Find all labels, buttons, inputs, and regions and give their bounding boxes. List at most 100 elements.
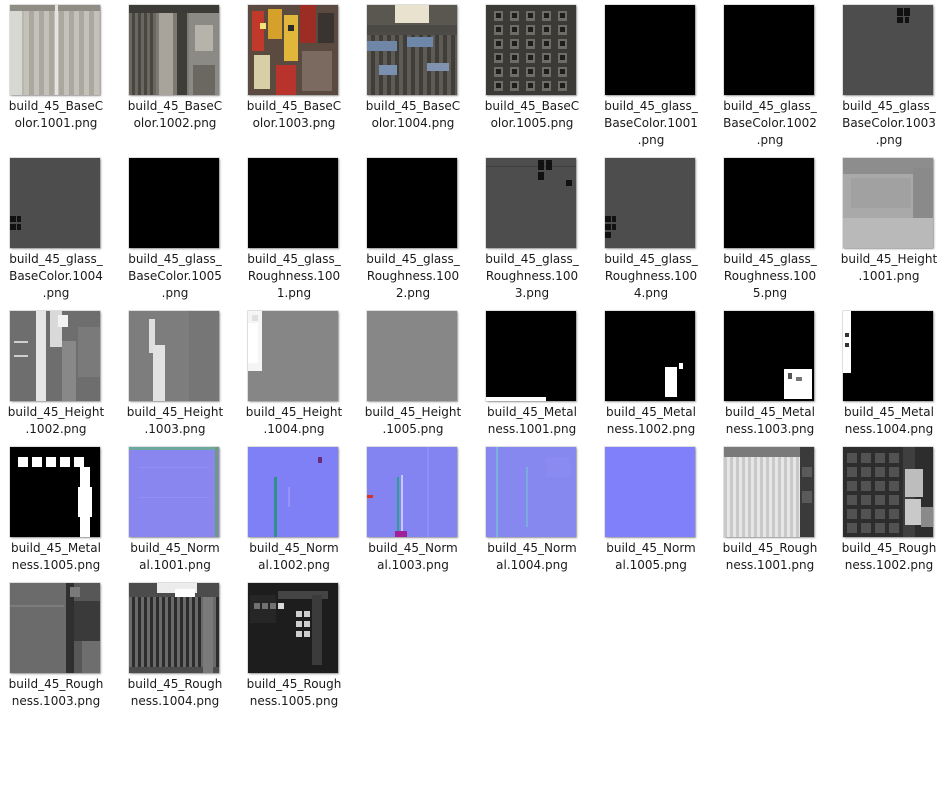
file-name[interactable]: build_45_Rough ness.1001.png — [714, 540, 826, 574]
basecolor-thumbnail[interactable] — [486, 5, 576, 95]
glass-basecolor-thumbnail[interactable] — [10, 158, 100, 248]
file-name[interactable]: build_45_glass_ BaseColor.1003 .png — [833, 98, 945, 149]
file-item[interactable]: build_45_Metal ness.1004.png — [833, 306, 945, 456]
file-item[interactable]: build_45_Rough ness.1003.png — [0, 578, 119, 728]
normal-map-thumbnail[interactable] — [605, 447, 695, 537]
metalness-thumbnail[interactable] — [486, 311, 576, 401]
file-name[interactable]: build_45_glass_ Roughness.100 1.png — [238, 251, 350, 302]
metalness-thumbnail[interactable] — [843, 311, 933, 401]
file-name[interactable]: build_45_Metal ness.1005.png — [0, 540, 112, 574]
file-name[interactable]: build_45_BaseC olor.1001.png — [0, 98, 112, 132]
file-item[interactable]: build_45_Metal ness.1002.png — [595, 306, 714, 456]
file-item[interactable]: build_45_Norm al.1001.png — [119, 442, 238, 592]
file-name[interactable]: build_45_BaseC olor.1003.png — [238, 98, 350, 132]
file-name[interactable]: build_45_Rough ness.1002.png — [833, 540, 945, 574]
file-item[interactable]: build_45_glass_ BaseColor.1002 .png — [714, 0, 833, 150]
height-thumbnail[interactable] — [367, 311, 457, 401]
file-name[interactable]: build_45_Norm al.1001.png — [119, 540, 231, 574]
file-item[interactable]: build_45_glass_ BaseColor.1001 .png — [595, 0, 714, 150]
metalness-thumbnail[interactable] — [605, 311, 695, 401]
roughness-thumbnail[interactable] — [129, 583, 219, 673]
glass-roughness-thumbnail[interactable] — [367, 158, 457, 248]
file-item[interactable]: build_45_Metal ness.1001.png — [476, 306, 595, 456]
file-item[interactable]: build_45_BaseC olor.1003.png — [238, 0, 357, 150]
file-name[interactable]: build_45_Height .1001.png — [833, 251, 945, 285]
file-item[interactable]: build_45_Metal ness.1005.png — [0, 442, 119, 592]
file-name[interactable]: build_45_glass_ Roughness.100 4.png — [595, 251, 707, 302]
basecolor-thumbnail[interactable] — [248, 5, 338, 95]
file-name[interactable]: build_45_Rough ness.1003.png — [0, 676, 112, 710]
file-item[interactable]: build_45_Height .1003.png — [119, 306, 238, 456]
file-item[interactable]: build_45_Height .1002.png — [0, 306, 119, 456]
glass-basecolor-thumbnail[interactable] — [605, 5, 695, 95]
file-item[interactable]: build_45_glass_ BaseColor.1003 .png — [833, 0, 945, 150]
file-item[interactable]: build_45_BaseC olor.1002.png — [119, 0, 238, 150]
file-item[interactable]: build_45_Rough ness.1004.png — [119, 578, 238, 728]
file-name[interactable]: build_45_Height .1005.png — [357, 404, 469, 438]
file-item[interactable]: build_45_glass_ Roughness.100 5.png — [714, 153, 833, 303]
file-name[interactable]: build_45_Metal ness.1002.png — [595, 404, 707, 438]
file-name[interactable]: build_45_Height .1002.png — [0, 404, 112, 438]
glass-basecolor-thumbnail[interactable] — [129, 158, 219, 248]
file-name[interactable]: build_45_Height .1004.png — [238, 404, 350, 438]
file-name[interactable]: build_45_Norm al.1002.png — [238, 540, 350, 574]
basecolor-thumbnail[interactable] — [10, 5, 100, 95]
basecolor-thumbnail[interactable] — [129, 5, 219, 95]
file-item[interactable]: build_45_Norm al.1003.png — [357, 442, 476, 592]
height-thumbnail[interactable] — [129, 311, 219, 401]
normal-map-thumbnail[interactable] — [486, 447, 576, 537]
glass-roughness-thumbnail[interactable] — [248, 158, 338, 248]
roughness-thumbnail[interactable] — [724, 447, 814, 537]
file-item[interactable]: build_45_glass_ BaseColor.1004 .png — [0, 153, 119, 303]
glass-basecolor-thumbnail[interactable] — [724, 5, 814, 95]
file-item[interactable]: build_45_glass_ BaseColor.1005 .png — [119, 153, 238, 303]
normal-map-thumbnail[interactable] — [248, 447, 338, 537]
file-item[interactable]: build_45_Height .1001.png — [833, 153, 945, 303]
file-item[interactable]: build_45_BaseC olor.1005.png — [476, 0, 595, 150]
file-name[interactable]: build_45_Metal ness.1004.png — [833, 404, 945, 438]
roughness-thumbnail[interactable] — [843, 447, 933, 537]
file-name[interactable]: build_45_BaseC olor.1005.png — [476, 98, 588, 132]
normal-map-thumbnail[interactable] — [129, 447, 219, 537]
file-item[interactable]: build_45_glass_ Roughness.100 1.png — [238, 153, 357, 303]
file-name[interactable]: build_45_glass_ BaseColor.1002 .png — [714, 98, 826, 149]
height-thumbnail[interactable] — [10, 311, 100, 401]
file-name[interactable]: build_45_Rough ness.1004.png — [119, 676, 231, 710]
file-item[interactable]: build_45_Rough ness.1001.png — [714, 442, 833, 592]
glass-basecolor-thumbnail[interactable] — [843, 5, 933, 95]
file-item[interactable]: build_45_Height .1005.png — [357, 306, 476, 456]
file-name[interactable]: build_45_BaseC olor.1004.png — [357, 98, 469, 132]
metalness-thumbnail[interactable] — [10, 447, 100, 537]
file-item[interactable]: build_45_Rough ness.1005.png — [238, 578, 357, 728]
file-name[interactable]: build_45_glass_ BaseColor.1001 .png — [595, 98, 707, 149]
file-name[interactable]: build_45_Norm al.1005.png — [595, 540, 707, 574]
file-item[interactable]: build_45_Height .1004.png — [238, 306, 357, 456]
glass-roughness-thumbnail[interactable] — [605, 158, 695, 248]
file-item[interactable]: build_45_Metal ness.1003.png — [714, 306, 833, 456]
normal-map-thumbnail[interactable] — [367, 447, 457, 537]
file-name[interactable]: build_45_Norm al.1004.png — [476, 540, 588, 574]
file-item[interactable]: build_45_Rough ness.1002.png — [833, 442, 945, 592]
metalness-thumbnail[interactable] — [724, 311, 814, 401]
file-item[interactable]: build_45_Norm al.1002.png — [238, 442, 357, 592]
file-item[interactable]: build_45_glass_ Roughness.100 4.png — [595, 153, 714, 303]
file-name[interactable]: build_45_glass_ BaseColor.1005 .png — [119, 251, 231, 302]
file-name[interactable]: build_45_glass_ Roughness.100 3.png — [476, 251, 588, 302]
file-item[interactable]: build_45_glass_ Roughness.100 2.png — [357, 153, 476, 303]
file-item[interactable]: build_45_Norm al.1004.png — [476, 442, 595, 592]
file-name[interactable]: build_45_Rough ness.1005.png — [238, 676, 350, 710]
file-name[interactable]: build_45_glass_ Roughness.100 5.png — [714, 251, 826, 302]
file-item[interactable]: build_45_BaseC olor.1004.png — [357, 0, 476, 150]
file-name[interactable]: build_45_Norm al.1003.png — [357, 540, 469, 574]
file-name[interactable]: build_45_Metal ness.1001.png — [476, 404, 588, 438]
file-name[interactable]: build_45_BaseC olor.1002.png — [119, 98, 231, 132]
file-item[interactable]: build_45_Norm al.1005.png — [595, 442, 714, 592]
file-name[interactable]: build_45_Metal ness.1003.png — [714, 404, 826, 438]
height-thumbnail[interactable] — [843, 158, 933, 248]
roughness-thumbnail[interactable] — [10, 583, 100, 673]
file-name[interactable]: build_45_glass_ BaseColor.1004 .png — [0, 251, 112, 302]
file-name[interactable]: build_45_glass_ Roughness.100 2.png — [357, 251, 469, 302]
glass-roughness-thumbnail[interactable] — [486, 158, 576, 248]
roughness-thumbnail[interactable] — [248, 583, 338, 673]
file-name[interactable]: build_45_Height .1003.png — [119, 404, 231, 438]
